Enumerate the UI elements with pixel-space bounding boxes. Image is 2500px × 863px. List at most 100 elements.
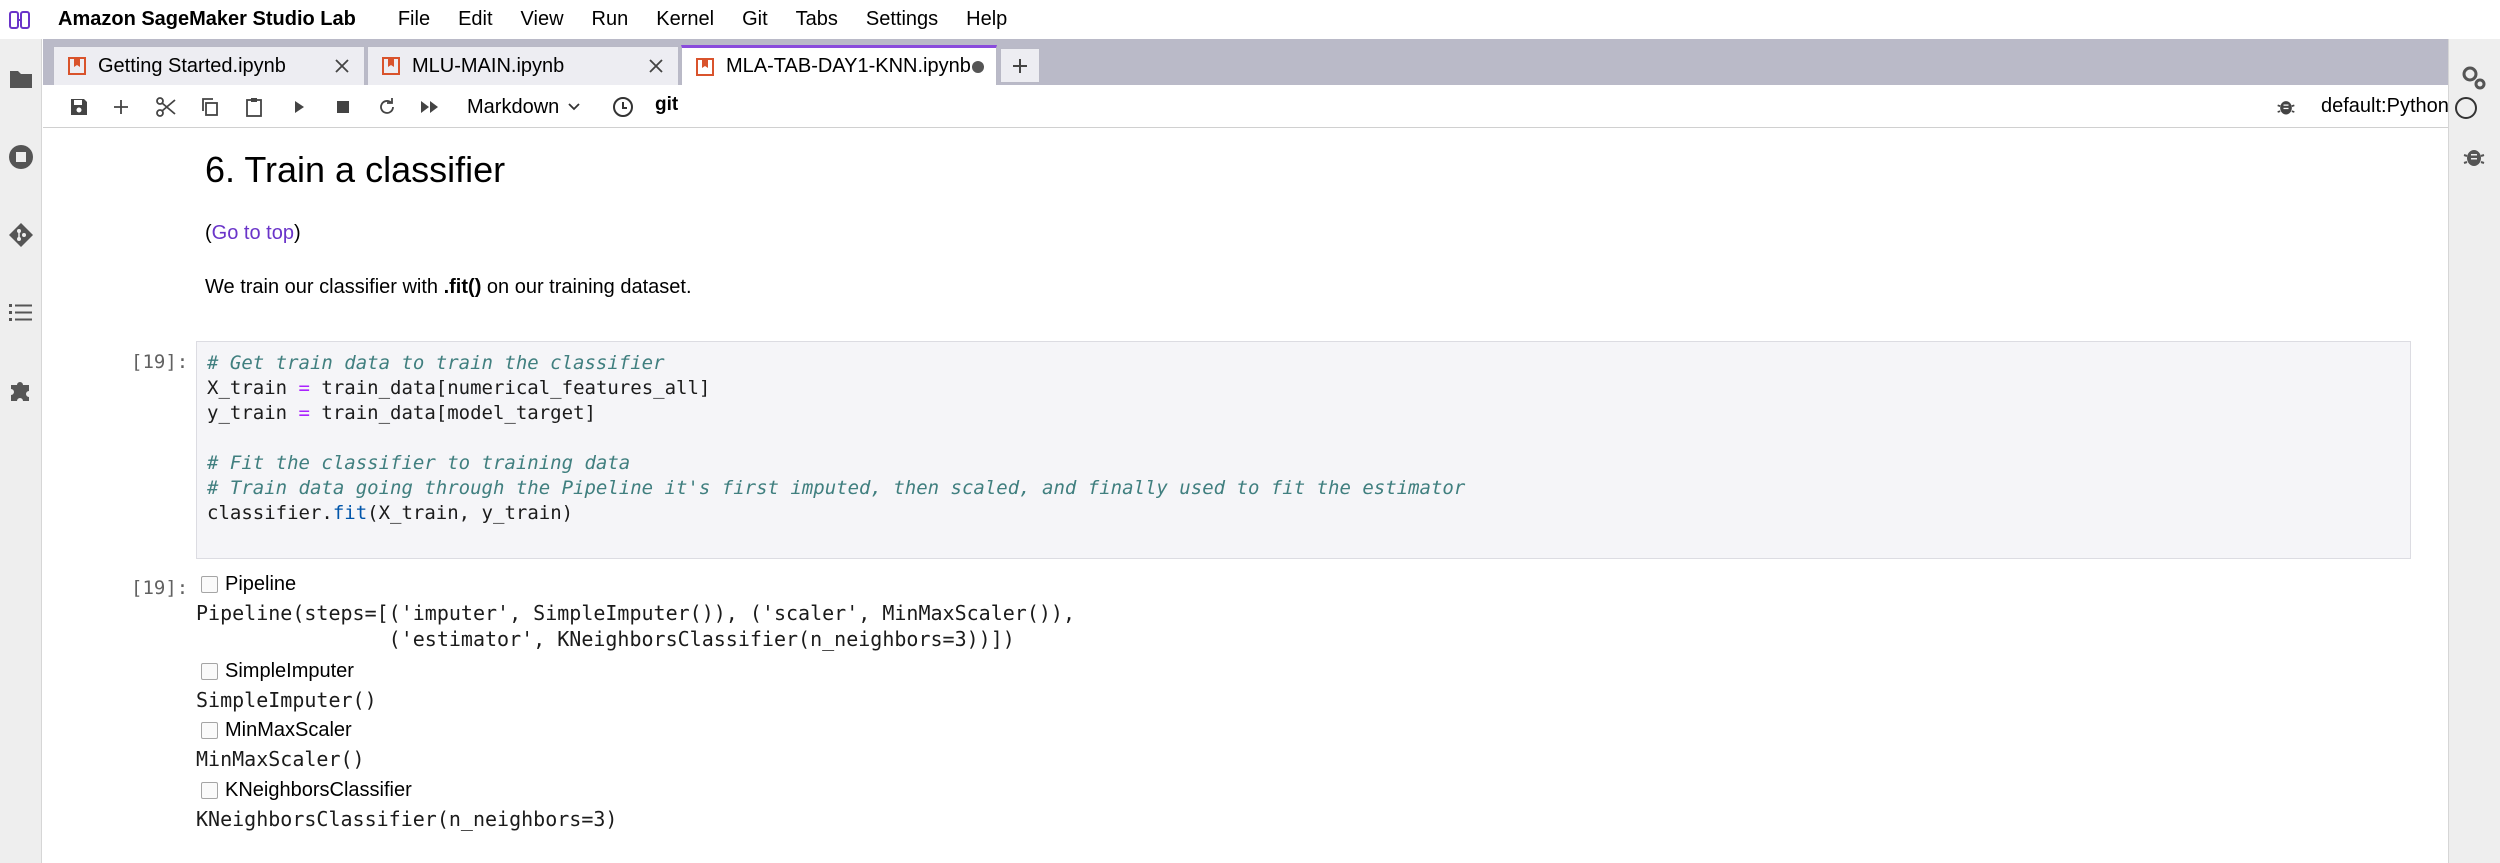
output-repr: Pipeline(steps=[('imputer', SimpleImpute… xyxy=(196,601,1075,625)
debugger-bug-icon[interactable] xyxy=(2459,142,2489,172)
debugger-bug-icon[interactable] xyxy=(2275,96,2297,118)
tab-label: MLA-TAB-DAY1-KNN.ipynb xyxy=(726,55,971,77)
menu-run[interactable]: Run xyxy=(578,8,643,31)
collapse-checkbox[interactable] xyxy=(201,782,218,799)
copy-icon xyxy=(202,98,218,116)
git-diff-button[interactable]: git xyxy=(655,94,678,116)
cell-type-dropdown[interactable]: Markdown xyxy=(467,94,581,120)
notebook-icon xyxy=(696,57,714,76)
cell-type-value: Markdown xyxy=(467,95,560,118)
save-icon xyxy=(71,99,87,115)
collapse-checkbox[interactable] xyxy=(201,722,218,739)
new-launcher-button[interactable] xyxy=(1000,48,1040,83)
menu-bar: Amazon SageMaker Studio Lab File Edit Vi… xyxy=(0,0,2500,39)
stop-icon xyxy=(337,101,349,113)
pipeline-toggle[interactable]: Pipeline xyxy=(201,573,296,596)
notebook-panel: 6. Train a classifier (Go to top) We tra… xyxy=(43,129,2448,863)
left-activity-bar xyxy=(0,39,42,863)
tab-label: Getting Started.ipynb xyxy=(98,54,286,77)
estimator-label: SimpleImputer xyxy=(225,660,354,682)
menu-file[interactable]: File xyxy=(384,8,444,31)
chevron-down-icon xyxy=(567,102,581,112)
app-title: Amazon SageMaker Studio Lab xyxy=(58,8,356,30)
git-icon[interactable] xyxy=(6,220,36,250)
insert-cell-button[interactable] xyxy=(107,93,135,121)
output-repr: ('estimator', KNeighborsClassifier(n_nei… xyxy=(196,627,1015,651)
output-repr: SimpleImputer() xyxy=(196,688,377,712)
paste-button[interactable] xyxy=(240,93,268,121)
menu-view[interactable]: View xyxy=(507,8,578,31)
running-kernels-icon[interactable] xyxy=(6,142,36,172)
table-of-contents-icon[interactable] xyxy=(6,297,36,327)
scissors-icon xyxy=(156,97,176,117)
go-to-top-line: (Go to top) xyxy=(205,222,301,245)
play-icon xyxy=(295,101,304,113)
collapse-checkbox[interactable] xyxy=(201,576,218,593)
close-icon[interactable] xyxy=(332,56,352,76)
simpleimputer-toggle[interactable]: SimpleImputer xyxy=(201,660,354,683)
run-cell-button[interactable] xyxy=(285,93,313,121)
menu-help[interactable]: Help xyxy=(952,8,1021,31)
property-inspector-gears-icon[interactable] xyxy=(2459,63,2489,93)
go-to-top-link[interactable]: Go to top xyxy=(212,222,294,244)
tab-label: MLU-MAIN.ipynb xyxy=(412,54,565,77)
input-prompt: [19]: xyxy=(131,351,189,373)
folder-icon[interactable] xyxy=(6,64,36,94)
collapse-checkbox[interactable] xyxy=(201,663,218,680)
code-cell-editor[interactable]: # Get train data to train the classifier… xyxy=(196,341,2411,559)
code-comment: # Train data going through the Pipeline … xyxy=(207,477,1466,499)
kneighbors-toggle[interactable]: KNeighborsClassifier xyxy=(201,779,412,802)
intro-after: on our training dataset. xyxy=(481,276,692,298)
restart-run-all-button[interactable] xyxy=(416,93,444,121)
clock-icon xyxy=(613,97,633,117)
notebook-icon xyxy=(68,57,86,75)
kernel-name[interactable]: default:Python xyxy=(2321,95,2449,118)
estimator-label: Pipeline xyxy=(225,573,297,595)
estimator-label: KNeighborsClassifier xyxy=(225,779,412,801)
copy-button[interactable] xyxy=(196,93,224,121)
refresh-icon xyxy=(380,98,394,114)
intro-before: We train our classifier with xyxy=(205,276,444,298)
unsaved-changes-dot-icon[interactable] xyxy=(971,57,985,77)
output-repr: MinMaxScaler() xyxy=(196,747,365,771)
code-line: y_train = train_data[model_target] xyxy=(207,402,596,424)
document-tab-bar: Getting Started.ipynb MLU-MAIN.ipynb MLA… xyxy=(43,39,2448,85)
menu-tabs[interactable]: Tabs xyxy=(782,8,852,31)
restart-kernel-button[interactable] xyxy=(373,93,401,121)
clipboard-icon xyxy=(246,98,262,117)
estimator-label: MinMaxScaler xyxy=(225,719,352,741)
fast-forward-icon xyxy=(421,101,438,113)
plus-icon xyxy=(1013,58,1027,73)
menu-kernel[interactable]: Kernel xyxy=(642,8,728,31)
notebook-toolbar: Markdown git default:Python xyxy=(43,85,2477,128)
plus-icon xyxy=(114,100,128,114)
clock-button[interactable] xyxy=(609,93,637,121)
code-comment: # Fit the classifier to training data xyxy=(207,452,631,474)
menu-git[interactable]: Git xyxy=(728,8,782,31)
minmaxscaler-toggle[interactable]: MinMaxScaler xyxy=(201,719,352,742)
code-line: classifier.fit(X_train, y_train) xyxy=(207,502,574,524)
close-icon[interactable] xyxy=(646,56,666,76)
tab-getting-started[interactable]: Getting Started.ipynb xyxy=(53,46,365,85)
section-heading: 6. Train a classifier xyxy=(205,149,506,190)
kernel-status-idle-icon xyxy=(2455,97,2477,119)
output-prompt: [19]: xyxy=(131,577,189,599)
right-sidebar xyxy=(2448,39,2500,863)
menu-settings[interactable]: Settings xyxy=(852,8,952,31)
intro-bold: .fit() xyxy=(443,276,482,298)
interrupt-kernel-button[interactable] xyxy=(329,93,357,121)
save-button[interactable] xyxy=(65,93,93,121)
intro-text: We train our classifier with .fit() on o… xyxy=(205,276,692,299)
notebook-icon xyxy=(382,57,400,75)
paren-close: ) xyxy=(293,222,301,244)
output-repr: KNeighborsClassifier(n_neighbors=3) xyxy=(196,807,618,831)
studio-lab-logo-icon xyxy=(0,0,40,39)
paren-open: ( xyxy=(205,222,212,244)
code-comment: # Get train data to train the classifier xyxy=(207,352,665,374)
tab-mla-tab-day1-knn[interactable]: MLA-TAB-DAY1-KNN.ipynb xyxy=(681,45,997,85)
menu-edit[interactable]: Edit xyxy=(444,8,506,31)
extension-puzzle-icon[interactable] xyxy=(6,375,36,405)
tab-mlu-main[interactable]: MLU-MAIN.ipynb xyxy=(367,46,679,85)
cut-button[interactable] xyxy=(152,93,180,121)
code-line: X_train = train_data[numerical_features_… xyxy=(207,377,711,399)
